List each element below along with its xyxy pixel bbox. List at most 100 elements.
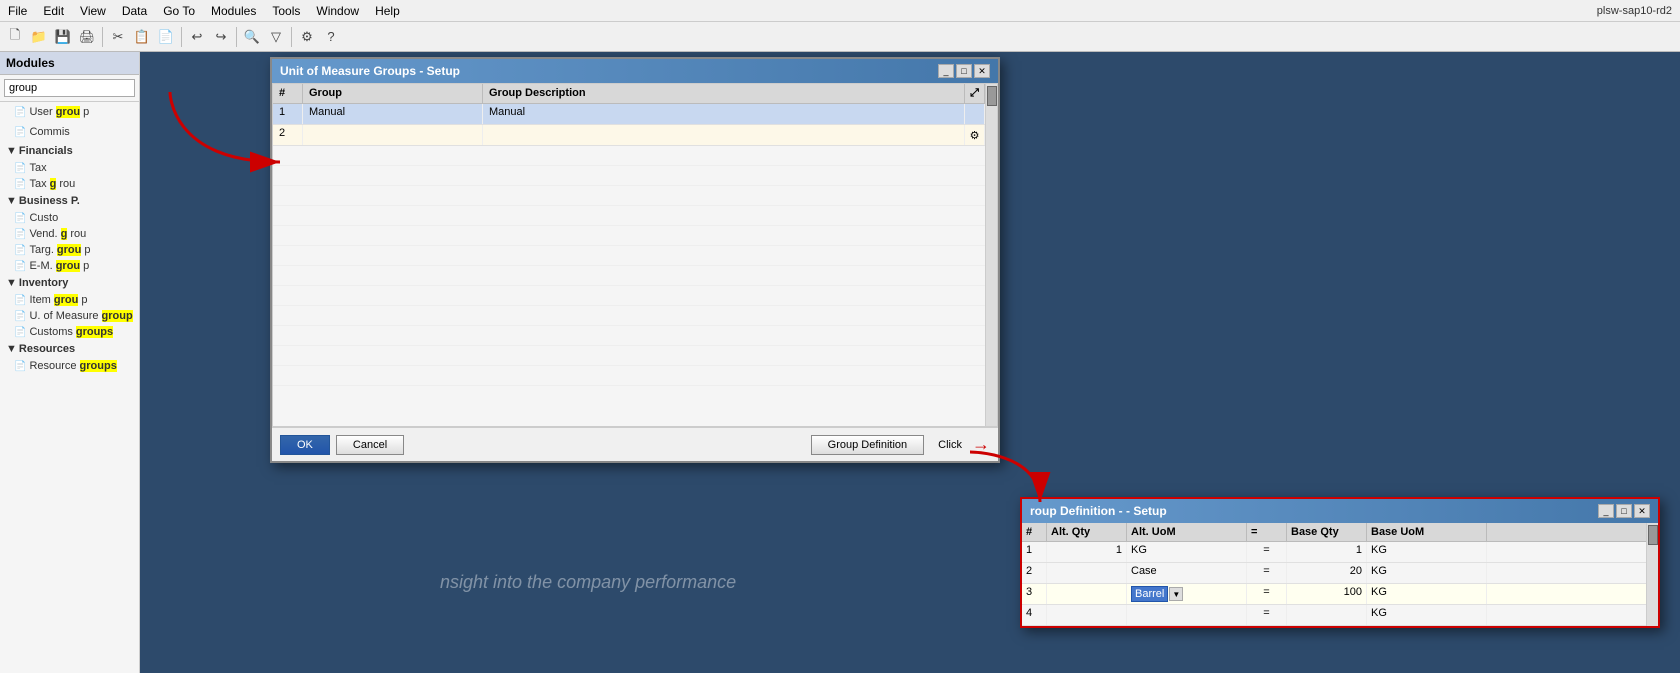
dialog-groupdef-close[interactable]: ✕ bbox=[1634, 504, 1650, 518]
sidebar-search-input[interactable] bbox=[4, 79, 135, 97]
sidebar-item-resource-groups[interactable]: 📄 Resource groups bbox=[0, 358, 139, 374]
uom-scrollbar-thumb[interactable] bbox=[987, 86, 997, 106]
dialog-groupdef: roup Definition - - Setup _ □ ✕ # Alt. Q… bbox=[1020, 497, 1660, 628]
app-layout: Modules 📄 User group 📄 Commis ▼ Financia… bbox=[0, 52, 1680, 673]
dialog-uom-titlebar: Unit of Measure Groups - Setup _ □ ✕ bbox=[272, 59, 998, 83]
sidebar-item-user[interactable]: 📄 User group bbox=[0, 104, 139, 120]
gd-r2-eq: = bbox=[1247, 563, 1287, 583]
sidebar-item-uom-groups[interactable]: 📄 U. of Measure group bbox=[0, 308, 139, 324]
doc-icon-10: 📄 bbox=[14, 311, 26, 322]
gd-row-2[interactable]: 2 Case = 20 KG bbox=[1022, 563, 1646, 584]
expand-icon-inventory: ▼ bbox=[6, 277, 17, 289]
gd-col-eq: = bbox=[1247, 523, 1287, 541]
gd-r3-base-qty: 100 bbox=[1287, 584, 1367, 604]
dialog-uom-minimize[interactable]: _ bbox=[938, 64, 954, 78]
dialog-uom: Unit of Measure Groups - Setup _ □ ✕ # G… bbox=[270, 57, 1000, 463]
toolbar-save[interactable]: 💾 bbox=[52, 26, 74, 48]
gd-r2-base-uom: KG bbox=[1367, 563, 1487, 583]
gd-scrollbar-thumb[interactable] bbox=[1648, 525, 1658, 545]
groupdef-table-content: # Alt. Qty Alt. UoM = Base Qty Base UoM … bbox=[1022, 523, 1646, 626]
row1-group: Manual bbox=[303, 104, 483, 124]
row1-expand bbox=[965, 104, 985, 124]
toolbar-settings[interactable]: ⚙ bbox=[296, 26, 318, 48]
cancel-button[interactable]: Cancel bbox=[336, 435, 404, 455]
uom-table-row-1[interactable]: 1 Manual Manual bbox=[273, 104, 985, 125]
doc-icon-11: 📄 bbox=[14, 327, 26, 338]
dialog-uom-close[interactable]: ✕ bbox=[974, 64, 990, 78]
gd-row-3[interactable]: 3 Barrel ▼ = 100 KG bbox=[1022, 584, 1646, 605]
row2-icon: ⚙ bbox=[965, 125, 985, 145]
toolbar-redo[interactable]: ↪ bbox=[210, 26, 232, 48]
toolbar-copy[interactable]: 📋 bbox=[131, 26, 153, 48]
sidebar-section-financials[interactable]: ▼ Financials bbox=[0, 142, 139, 160]
sidebar-item-em[interactable]: 📄 E-M. group bbox=[0, 258, 139, 274]
gd-r1-alt-qty: 1 bbox=[1047, 542, 1127, 562]
expand-icon: ⤢ bbox=[970, 87, 979, 100]
menu-data[interactable]: Data bbox=[114, 2, 155, 20]
sidebar-item-tax-g[interactable]: 📄 Tax grou bbox=[0, 176, 139, 192]
gd-r3-eq: = bbox=[1247, 584, 1287, 604]
sidebar-item-custo[interactable]: 📄 Custo bbox=[0, 210, 139, 226]
gd-r3-alt-uom[interactable]: Barrel ▼ bbox=[1127, 584, 1247, 604]
toolbar-undo[interactable]: ↩ bbox=[186, 26, 208, 48]
menu-edit[interactable]: Edit bbox=[35, 2, 72, 20]
gd-r1-alt-uom: KG bbox=[1127, 542, 1247, 562]
doc-icon-6: 📄 bbox=[14, 229, 26, 240]
gd-row-1[interactable]: 1 1 KG = 1 KG bbox=[1022, 542, 1646, 563]
menu-goto[interactable]: Go To bbox=[155, 2, 203, 20]
menu-tools[interactable]: Tools bbox=[264, 2, 308, 20]
uom-empty-area bbox=[273, 146, 985, 426]
gd-r3-base-uom: KG bbox=[1367, 584, 1487, 604]
menu-file[interactable]: File bbox=[0, 2, 35, 20]
sidebar-item-tax[interactable]: 📄 Tax bbox=[0, 160, 139, 176]
ok-button[interactable]: OK bbox=[280, 435, 330, 455]
dialog-groupdef-minimize[interactable]: _ bbox=[1598, 504, 1614, 518]
toolbar-filter[interactable]: ▽ bbox=[265, 26, 287, 48]
toolbar-help[interactable]: ? bbox=[320, 26, 342, 48]
dialog-uom-maximize[interactable]: □ bbox=[956, 64, 972, 78]
dialog-groupdef-maximize[interactable]: □ bbox=[1616, 504, 1632, 518]
sidebar-section-inventory[interactable]: ▼ Inventory bbox=[0, 274, 139, 292]
gd-r4-alt-uom bbox=[1127, 605, 1247, 625]
sidebar-item-commis[interactable]: 📄 Commis bbox=[0, 124, 139, 140]
barrel-edit-value[interactable]: Barrel bbox=[1131, 586, 1168, 602]
uom-table-content: # Group Group Description ⤢ 1 Manual Man… bbox=[273, 84, 985, 426]
toolbar-new[interactable]: 🗋 bbox=[4, 26, 26, 48]
group-definition-button[interactable]: Group Definition bbox=[811, 435, 925, 455]
uom-table-wrapper: # Group Group Description ⤢ 1 Manual Man… bbox=[273, 84, 997, 426]
barrel-edit-container: Barrel ▼ bbox=[1131, 586, 1242, 602]
toolbar-cut[interactable]: ✂ bbox=[107, 26, 129, 48]
sidebar-section-business[interactable]: ▼ Business P. bbox=[0, 192, 139, 210]
gd-row-4[interactable]: 4 = KG bbox=[1022, 605, 1646, 626]
row2-group[interactable] bbox=[303, 125, 483, 145]
menu-help[interactable]: Help bbox=[367, 2, 408, 20]
uom-table-row-2[interactable]: 2 ⚙ bbox=[273, 125, 985, 146]
menu-view[interactable]: View bbox=[72, 2, 114, 20]
gd-r1-eq: = bbox=[1247, 542, 1287, 562]
gd-scrollbar[interactable] bbox=[1646, 523, 1658, 626]
toolbar-print[interactable]: 🖨 bbox=[76, 26, 98, 48]
highlight-groups: groups bbox=[76, 326, 113, 338]
expand-icon-financials: ▼ bbox=[6, 145, 17, 157]
highlight-grou4: grou bbox=[54, 294, 78, 306]
toolbar-paste[interactable]: 📄 bbox=[155, 26, 177, 48]
sidebar: Modules 📄 User group 📄 Commis ▼ Financia… bbox=[0, 52, 140, 673]
sidebar-section-resources[interactable]: ▼ Resources bbox=[0, 340, 139, 358]
highlight-groups2: groups bbox=[80, 360, 117, 372]
toolbar-search[interactable]: 🔍 bbox=[241, 26, 263, 48]
expand-icon-resources: ▼ bbox=[6, 343, 17, 355]
doc-icon-9: 📄 bbox=[14, 295, 26, 306]
expand-col[interactable]: ⤢ bbox=[965, 84, 985, 103]
doc-icon-7: 📄 bbox=[14, 245, 26, 256]
barrel-dropdown-btn[interactable]: ▼ bbox=[1169, 587, 1183, 601]
sidebar-item-customs-groups[interactable]: 📄 Customs groups bbox=[0, 324, 139, 340]
uom-scrollbar[interactable] bbox=[985, 84, 997, 426]
row2-group-input[interactable] bbox=[309, 127, 476, 139]
sidebar-item-vend[interactable]: 📄 Vend. grou bbox=[0, 226, 139, 242]
toolbar-open[interactable]: 📁 bbox=[28, 26, 50, 48]
menu-modules[interactable]: Modules bbox=[203, 2, 264, 20]
groupdef-table-wrapper: # Alt. Qty Alt. UoM = Base Qty Base UoM … bbox=[1022, 523, 1658, 626]
menu-window[interactable]: Window bbox=[308, 2, 367, 20]
sidebar-item-item-groups[interactable]: 📄 Item group bbox=[0, 292, 139, 308]
sidebar-item-targ[interactable]: 📄 Targ. group bbox=[0, 242, 139, 258]
